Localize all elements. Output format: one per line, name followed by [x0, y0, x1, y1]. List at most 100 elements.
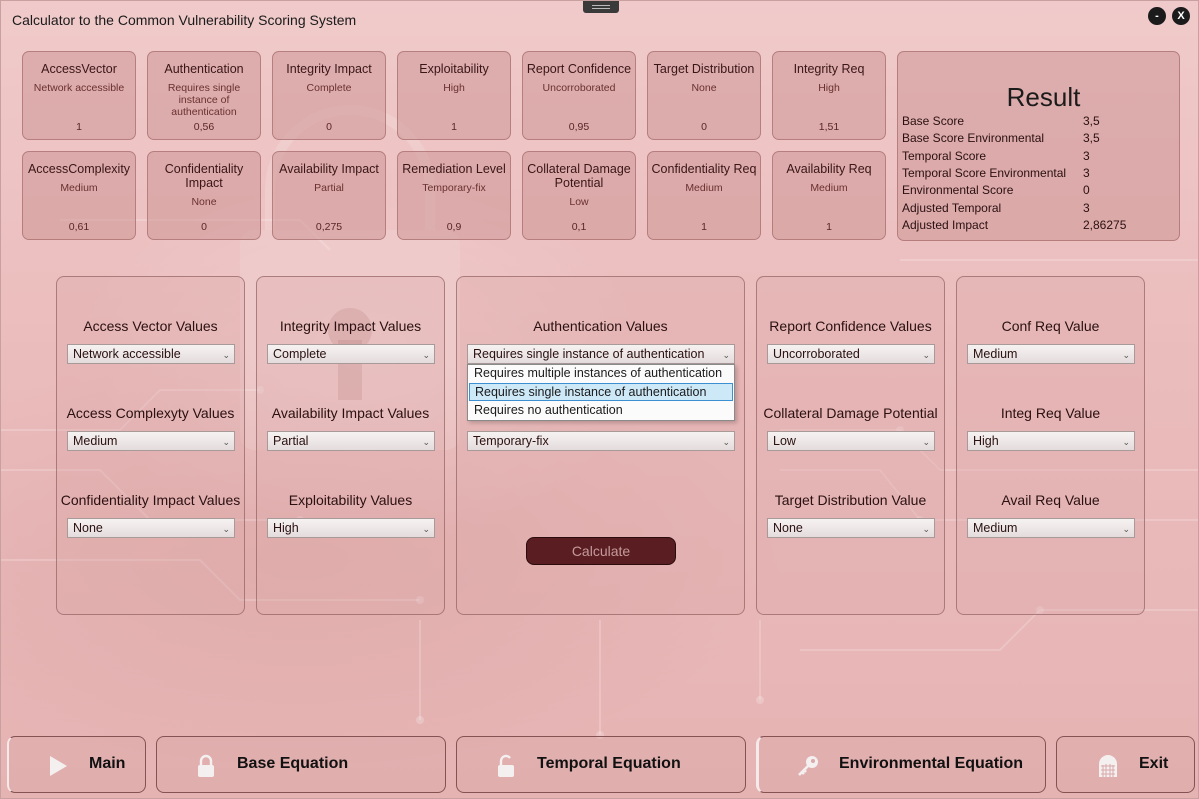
chevron-down-icon: ⌄ — [922, 437, 930, 447]
result-row-base-score-environmental: Base Score Environmental 3,5 — [902, 131, 1172, 148]
card-number: 0,61 — [68, 221, 90, 233]
card-value: High — [818, 82, 840, 94]
chevron-down-icon: ⌄ — [422, 524, 430, 534]
access-complexity-label: Access Complexyty Values — [66, 405, 235, 421]
authentication-label: Authentication Values — [533, 318, 668, 334]
card-number: 1 — [701, 221, 707, 233]
nav-exit-button[interactable]: Exit — [1056, 736, 1195, 793]
result-value: 0 — [1083, 183, 1090, 197]
integrity-impact-select[interactable]: Complete ⌄ — [267, 344, 435, 364]
dropdown-option[interactable]: Requires multiple instances of authentic… — [469, 365, 733, 383]
dropdown-option[interactable]: Requires no authentication — [469, 402, 733, 420]
nav-exit-label: Exit — [1139, 755, 1169, 772]
access-vector-select[interactable]: Network accessible ⌄ — [67, 344, 235, 364]
nav-temporal-equation-button[interactable]: Temporal Equation — [456, 736, 746, 793]
panel-access-values: Access Vector Values Network accessible ⌄… — [56, 276, 245, 615]
selected-value: None — [73, 521, 103, 535]
card-number: 1 — [76, 121, 82, 133]
target-distribution-select[interactable]: None ⌄ — [767, 518, 935, 538]
chevron-down-icon: ⌄ — [422, 350, 430, 360]
report-confidence-select[interactable]: Uncorroborated ⌄ — [767, 344, 935, 364]
calculate-button[interactable]: Calculate — [526, 537, 676, 565]
card-number: 0 — [326, 121, 332, 133]
exit-door-icon — [1099, 755, 1117, 777]
selected-value: High — [973, 434, 999, 448]
result-row-temporal-score-environmental: Temporal Score Environmental 3 — [902, 166, 1172, 183]
exploitability-select[interactable]: High ⌄ — [267, 518, 435, 538]
close-button[interactable]: X — [1172, 7, 1190, 25]
nav-main-button[interactable]: Main — [7, 736, 146, 793]
card-value: Medium — [60, 182, 98, 194]
result-label: Adjusted Impact — [902, 218, 989, 232]
chevron-down-icon: ⌄ — [922, 524, 930, 534]
result-value: 3,5 — [1083, 131, 1100, 145]
metric-card-remediation-level: Remediation Level Temporary-fix 0,9 — [397, 151, 511, 240]
card-value: Medium — [685, 182, 723, 194]
card-number: 0 — [201, 221, 207, 233]
chevron-down-icon: ⌄ — [1122, 437, 1130, 447]
metric-card-integrity-req: Integrity Req High 1,51 — [772, 51, 886, 140]
result-row-adjusted-temporal: Adjusted Temporal 3 — [902, 201, 1172, 218]
conf-req-label: Conf Req Value — [1001, 318, 1100, 334]
chevron-down-icon: ⌄ — [422, 437, 430, 447]
avail-req-select[interactable]: Medium ⌄ — [967, 518, 1135, 538]
selected-value: Uncorroborated — [773, 347, 860, 361]
result-value: 3,5 — [1083, 114, 1100, 128]
card-value: None — [191, 196, 217, 208]
card-label: Integrity Req — [793, 62, 865, 76]
metric-card-target-distribution: Target Distribution None 0 — [647, 51, 761, 140]
result-row-base-score: Base Score 3,5 — [902, 114, 1172, 131]
card-number: 1,51 — [818, 121, 840, 133]
card-label: Exploitability — [419, 62, 489, 76]
metric-card-availability-req: Availability Req Medium 1 — [772, 151, 886, 240]
nav-environmental-equation-button[interactable]: Environmental Equation — [756, 736, 1046, 793]
result-label: Temporal Score Environmental — [902, 166, 1067, 180]
selected-value: Network accessible — [73, 347, 181, 361]
card-label: Availability Impact — [279, 162, 379, 176]
card-label: Confidentiality Impact — [164, 162, 244, 190]
minimize-button[interactable]: - — [1148, 7, 1166, 25]
result-row-temporal-score: Temporal Score 3 — [902, 149, 1172, 166]
selected-value: Medium — [73, 434, 118, 448]
card-number: 1 — [451, 121, 457, 133]
nav-temporal-equation-label: Temporal Equation — [537, 755, 681, 772]
remediation-level-select[interactable]: Temporary-fix ⌄ — [467, 431, 735, 451]
conf-req-select[interactable]: Medium ⌄ — [967, 344, 1135, 364]
integ-req-select[interactable]: High ⌄ — [967, 431, 1135, 451]
card-value: Complete — [306, 82, 352, 94]
chevron-down-icon: ⌄ — [722, 437, 730, 447]
card-label: Remediation Level — [402, 162, 506, 176]
authentication-select[interactable]: Requires single instance of authenticati… — [467, 344, 735, 364]
result-label: Temporal Score — [902, 149, 987, 163]
unlock-icon — [498, 754, 514, 777]
result-label: Adjusted Temporal — [902, 201, 1002, 215]
drag-handle[interactable] — [583, 1, 619, 13]
collateral-damage-select[interactable]: Low ⌄ — [767, 431, 935, 451]
metric-card-report-confidence: Report Confidence Uncorroborated 0,95 — [522, 51, 636, 140]
metric-card-confidentiality-impact: Confidentiality Impact None 0 — [147, 151, 261, 240]
card-label: Report Confidence — [526, 62, 632, 76]
selected-value: Complete — [273, 347, 327, 361]
key-icon — [798, 756, 818, 776]
card-label: AccessComplexity — [27, 162, 131, 176]
card-value: Low — [569, 196, 589, 208]
result-label: Base Score Environmental — [902, 131, 1045, 145]
chevron-down-icon: ⌄ — [222, 524, 230, 534]
metric-card-access-vector: AccessVector Network accessible 1 — [22, 51, 136, 140]
chevron-down-icon: ⌄ — [922, 350, 930, 360]
availability-impact-select[interactable]: Partial ⌄ — [267, 431, 435, 451]
dropdown-option-selected[interactable]: Requires single instance of authenticati… — [469, 383, 733, 401]
card-label: AccessVector — [41, 62, 117, 76]
nav-base-equation-button[interactable]: Base Equation — [156, 736, 446, 793]
confidentiality-impact-select[interactable]: None ⌄ — [67, 518, 235, 538]
result-value: 3 — [1083, 201, 1090, 215]
access-vector-label: Access Vector Values — [83, 318, 218, 334]
cvss-calculator-window: Calculator to the Common Vulnerability S… — [0, 0, 1199, 799]
panel-impact-values: Integrity Impact Values Complete ⌄ Availa… — [256, 276, 445, 615]
access-complexity-select[interactable]: Medium ⌄ — [67, 431, 235, 451]
metric-card-availability-impact: Availability Impact Partial 0,275 — [272, 151, 386, 240]
card-number: 0,95 — [568, 121, 590, 133]
collateral-damage-label: Collateral Damage Potential — [763, 405, 938, 421]
card-number: 0,9 — [446, 221, 462, 233]
metric-card-collateral-damage: Collateral Damage Potential Low 0,1 — [522, 151, 636, 240]
